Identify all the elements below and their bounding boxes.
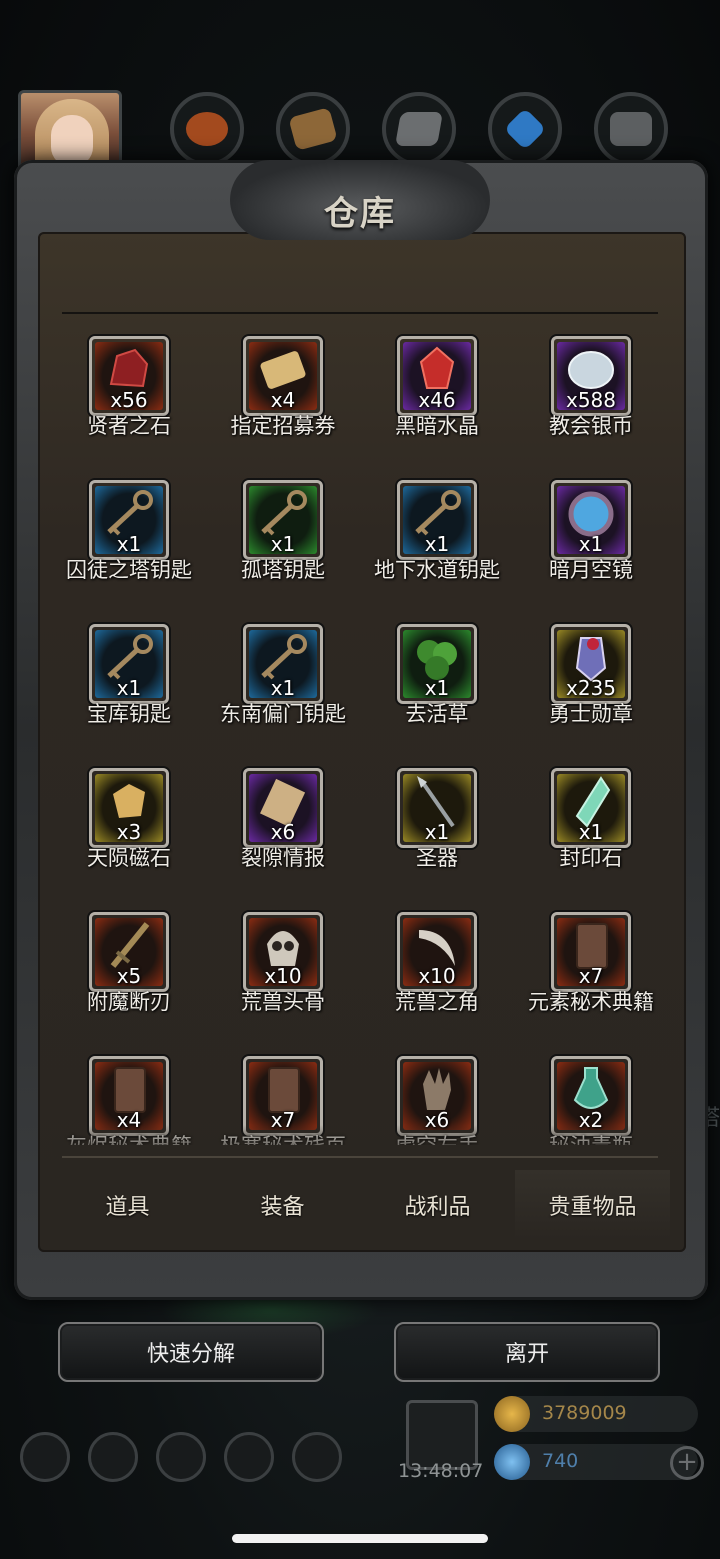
item-name: 贤者之石 (87, 414, 171, 438)
item-quantity: x1 (116, 532, 142, 556)
inventory-item[interactable]: x1 囚徒之塔钥匙 (52, 474, 206, 618)
item-quantity: x588 (565, 388, 616, 412)
inventory-item[interactable]: x1 东南偏门钥匙 (206, 618, 360, 762)
item-name: 附魔断刃 (87, 990, 171, 1014)
gift-timer: 13:48:07 (398, 1460, 484, 1482)
inventory-item[interactable]: x588 教会银币 (514, 330, 668, 474)
item-quantity: x235 (565, 676, 616, 700)
mail-icon[interactable] (224, 1432, 274, 1482)
item-name: 勇士勋章 (549, 702, 633, 726)
inventory-item[interactable]: x1 地下水道钥匙 (360, 474, 514, 618)
quick-decompose-button[interactable]: 快速分解 (58, 1322, 324, 1382)
item-quantity: x1 (424, 676, 450, 700)
tab-valuables[interactable]: 贵重物品 (515, 1170, 670, 1240)
rank-icon[interactable] (88, 1432, 138, 1482)
inventory-item[interactable]: x6 裂隙情报 (206, 762, 360, 906)
inventory-item[interactable]: x1 暗月空镜 (514, 474, 668, 618)
inventory-item[interactable]: x1 宝库钥匙 (52, 618, 206, 762)
item-name: 元素秘术典籍 (528, 990, 654, 1014)
item-quantity: x10 (418, 964, 456, 988)
item-name: 宝库钥匙 (87, 702, 171, 726)
inventory-item[interactable]: x1 封印石 (514, 762, 668, 906)
item-name: 囚徒之塔钥匙 (66, 558, 192, 582)
item-name: 裂隙情报 (241, 846, 325, 870)
home-indicator[interactable] (232, 1534, 488, 1543)
inventory-item[interactable]: x10 荒兽之角 (360, 906, 514, 1050)
wood-resource-icon[interactable] (276, 92, 350, 166)
inventory-item[interactable]: x10 荒兽头骨 (206, 906, 360, 1050)
tab-equipment[interactable]: 装备 (205, 1170, 360, 1240)
item-name: 圣器 (416, 846, 458, 870)
handshake-icon[interactable] (292, 1432, 342, 1482)
add-gems-icon[interactable]: + (670, 1446, 704, 1480)
item-name: 荒兽头骨 (241, 990, 325, 1014)
item-quantity: x5 (116, 964, 142, 988)
item-quantity: x4 (270, 388, 296, 412)
item-quantity: x1 (270, 676, 296, 700)
item-name: 孤塔钥匙 (241, 558, 325, 582)
item-name: 去活草 (405, 702, 469, 726)
item-name: 教会银币 (549, 414, 633, 438)
stone-resource-icon[interactable] (594, 92, 668, 166)
item-quantity: x1 (270, 532, 296, 556)
item-quantity: x7 (578, 964, 604, 988)
item-name: 地下水道钥匙 (374, 558, 500, 582)
gem-counter: 740 (494, 1444, 698, 1480)
item-quantity: x1 (424, 532, 450, 556)
gold-value: 3789009 (542, 1402, 627, 1424)
item-quantity: x46 (418, 388, 456, 412)
item-name: 天陨磁石 (87, 846, 171, 870)
inventory-item[interactable]: x1 去活草 (360, 618, 514, 762)
item-quantity: x1 (578, 820, 604, 844)
iron-resource-icon[interactable] (382, 92, 456, 166)
item-quantity: x1 (424, 820, 450, 844)
item-name: 荒兽之角 (395, 990, 479, 1014)
item-quantity: x1 (116, 676, 142, 700)
item-name: 黑暗水晶 (395, 414, 479, 438)
scroll-fade (52, 1125, 668, 1155)
inventory-item[interactable]: x4 指定招募券 (206, 330, 360, 474)
inventory-item[interactable]: x5 附魔断刃 (52, 906, 206, 1050)
item-quantity: x6 (270, 820, 296, 844)
tower-icon[interactable] (156, 1432, 206, 1482)
inventory-item[interactable]: x3 天陨磁石 (52, 762, 206, 906)
item-name: 封印石 (559, 846, 623, 870)
gem-value: 740 (542, 1450, 579, 1472)
category-tabs: 道具 装备 战利品 贵重物品 (50, 1170, 670, 1240)
crystal-resource-icon[interactable] (488, 92, 562, 166)
item-quantity: x3 (116, 820, 142, 844)
inventory-item[interactable]: x46 黑暗水晶 (360, 330, 514, 474)
inventory-item[interactable]: x1 圣器 (360, 762, 514, 906)
divider (62, 312, 658, 314)
gold-icon (494, 1396, 530, 1432)
gold-counter: 3789009 (494, 1396, 698, 1432)
item-name: 东南偏门钥匙 (220, 702, 346, 726)
tab-loot[interactable]: 战利品 (360, 1170, 515, 1240)
gem-icon (494, 1444, 530, 1480)
inventory-item[interactable]: x235 勇士勋章 (514, 618, 668, 762)
divider (62, 1156, 658, 1158)
tab-items[interactable]: 道具 (50, 1170, 205, 1240)
leave-button[interactable]: 离开 (394, 1322, 660, 1382)
inventory-item[interactable]: x56 贤者之石 (52, 330, 206, 474)
inventory-item[interactable]: x7 元素秘术典籍 (514, 906, 668, 1050)
item-quantity: x56 (110, 388, 148, 412)
food-resource-icon[interactable] (170, 92, 244, 166)
inventory-item[interactable]: x1 孤塔钥匙 (206, 474, 360, 618)
item-quantity: x1 (578, 532, 604, 556)
item-grid[interactable]: x56 贤者之石 x4 指定招募券 x46 黑暗水晶 x588 教会银币 x1 囚徒之塔钥匙 x1 孤… (52, 330, 668, 1145)
settings-icon[interactable] (20, 1432, 70, 1482)
page-title: 仓库 (324, 194, 396, 234)
item-quantity: x10 (264, 964, 302, 988)
item-name: 指定招募券 (230, 414, 336, 438)
item-name: 暗月空镜 (549, 558, 633, 582)
